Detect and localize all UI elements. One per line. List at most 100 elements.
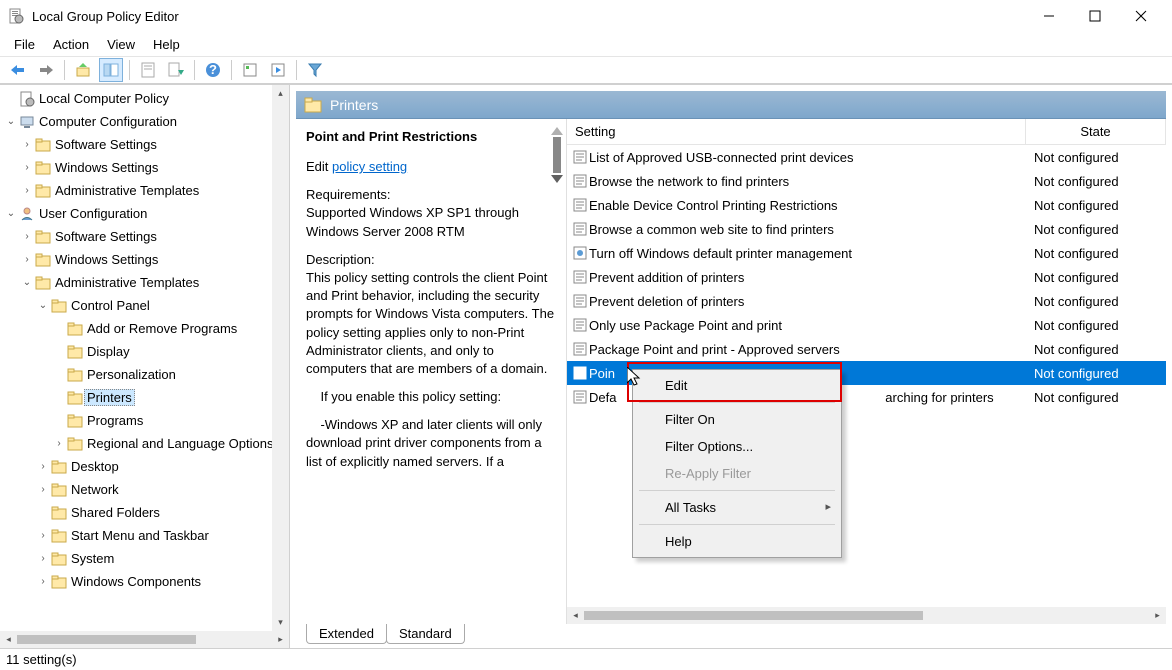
- setting-state: Not configured: [1026, 366, 1166, 381]
- menu-view[interactable]: View: [99, 35, 143, 54]
- context-filter-on[interactable]: Filter On: [635, 406, 839, 433]
- context-help[interactable]: Help: [635, 528, 839, 555]
- list-row[interactable]: Browse the network to find printersNot c…: [567, 169, 1166, 193]
- list-row[interactable]: Prevent addition of printersNot configur…: [567, 265, 1166, 289]
- setting-state: Not configured: [1026, 246, 1166, 261]
- close-button[interactable]: [1118, 1, 1164, 31]
- desc-scrollbar[interactable]: [549, 125, 565, 185]
- setting-title: Point and Print Restrictions: [306, 129, 556, 144]
- column-setting[interactable]: Setting: [567, 119, 1026, 144]
- tree-desktop[interactable]: ›Desktop: [4, 455, 289, 478]
- properties-button[interactable]: [136, 58, 160, 82]
- folder-icon: [66, 391, 84, 405]
- context-edit[interactable]: Edit: [635, 372, 839, 399]
- icon-button-1[interactable]: [238, 58, 262, 82]
- policy-setting-icon: [567, 149, 589, 165]
- folder-icon: [66, 437, 84, 451]
- tree-root[interactable]: Local Computer Policy: [4, 87, 289, 110]
- tree-start-menu[interactable]: ›Start Menu and Taskbar: [4, 524, 289, 547]
- description-pane: Point and Print Restrictions Edit policy…: [296, 119, 566, 624]
- tree-uc-windows[interactable]: ›Windows Settings: [4, 248, 289, 271]
- user-icon: [18, 206, 36, 222]
- setting-state: Not configured: [1026, 390, 1166, 405]
- back-button[interactable]: [6, 58, 30, 82]
- policy-setting-icon: [567, 389, 589, 405]
- menu-action[interactable]: Action: [45, 35, 97, 54]
- tree-cc-software[interactable]: ›Software Settings: [4, 133, 289, 156]
- tree-uc-software[interactable]: ›Software Settings: [4, 225, 289, 248]
- tree-control-panel[interactable]: ⌄Control Panel: [4, 294, 289, 317]
- export-button[interactable]: [164, 58, 188, 82]
- tree-user-config[interactable]: ⌄User Configuration: [4, 202, 289, 225]
- list-row[interactable]: Only use Package Point and printNot conf…: [567, 313, 1166, 337]
- policy-setting-icon: [567, 269, 589, 285]
- tree-cc-admin[interactable]: ›Administrative Templates: [4, 179, 289, 202]
- tree-add-remove[interactable]: Add or Remove Programs: [4, 317, 289, 340]
- up-button[interactable]: [71, 58, 95, 82]
- policy-tree[interactable]: Local Computer Policy ⌄Computer Configur…: [0, 85, 289, 595]
- folder-icon: [66, 368, 84, 382]
- tree-network[interactable]: ›Network: [4, 478, 289, 501]
- computer-icon: [18, 114, 36, 130]
- folder-icon: [50, 552, 68, 566]
- tree-pane: Local Computer Policy ⌄Computer Configur…: [0, 85, 290, 648]
- tree-shared-folders[interactable]: Shared Folders: [4, 501, 289, 524]
- scroll-right-icon[interactable]: ▸: [1149, 607, 1166, 624]
- folder-icon: [34, 253, 52, 267]
- scroll-right-icon[interactable]: ▸: [272, 631, 289, 648]
- menu-file[interactable]: File: [6, 35, 43, 54]
- scroll-up-icon[interactable]: ▴: [272, 85, 289, 102]
- show-hide-tree-button[interactable]: [99, 58, 123, 82]
- folder-icon: [34, 276, 52, 290]
- context-filter-options[interactable]: Filter Options...: [635, 433, 839, 460]
- list-row[interactable]: Prevent deletion of printersNot configur…: [567, 289, 1166, 313]
- scroll-left-icon[interactable]: ◂: [567, 607, 584, 624]
- list-row[interactable]: Turn off Windows default printer managem…: [567, 241, 1166, 265]
- tree-uc-admin[interactable]: ⌄Administrative Templates: [4, 271, 289, 294]
- folder-icon: [66, 345, 84, 359]
- menu-help[interactable]: Help: [145, 35, 188, 54]
- context-all-tasks[interactable]: All Tasks: [635, 494, 839, 521]
- setting-name: Turn off Windows default printer managem…: [589, 246, 1026, 261]
- edit-policy-link[interactable]: policy setting: [332, 159, 407, 174]
- content-area: Local Computer Policy ⌄Computer Configur…: [0, 84, 1172, 648]
- tree-computer-config[interactable]: ⌄Computer Configuration: [4, 110, 289, 133]
- tab-extended[interactable]: Extended: [306, 624, 387, 644]
- tree-regional[interactable]: ›Regional and Language Options: [4, 432, 289, 455]
- tree-windows-components[interactable]: ›Windows Components: [4, 570, 289, 593]
- tree-personalization[interactable]: Personalization: [4, 363, 289, 386]
- tab-standard[interactable]: Standard: [386, 624, 465, 644]
- policy-setting-icon: [567, 173, 589, 189]
- list-row[interactable]: Enable Device Control Printing Restricti…: [567, 193, 1166, 217]
- context-menu: Edit Filter On Filter Options... Re-Appl…: [632, 369, 842, 558]
- scroll-down-icon[interactable]: ▾: [272, 614, 289, 631]
- tree-display[interactable]: Display: [4, 340, 289, 363]
- tree-printers[interactable]: Printers: [4, 386, 289, 409]
- details-header: Printers: [296, 91, 1166, 119]
- svg-text:?: ?: [209, 62, 217, 77]
- tree-vertical-scrollbar[interactable]: ▴ ▾: [272, 85, 289, 631]
- list-horizontal-scrollbar[interactable]: ◂ ▸: [567, 607, 1166, 624]
- maximize-button[interactable]: [1072, 1, 1118, 31]
- setting-name: Prevent deletion of printers: [589, 294, 1026, 309]
- tree-horizontal-scrollbar[interactable]: ◂ ▸: [0, 631, 289, 648]
- folder-icon: [50, 506, 68, 520]
- forward-button[interactable]: [34, 58, 58, 82]
- help-button[interactable]: ?: [201, 58, 225, 82]
- menu-bar: File Action View Help: [0, 32, 1172, 56]
- window-title: Local Group Policy Editor: [32, 9, 1026, 24]
- list-row[interactable]: Browse a common web site to find printer…: [567, 217, 1166, 241]
- tree-cc-windows[interactable]: ›Windows Settings: [4, 156, 289, 179]
- setting-state: Not configured: [1026, 342, 1166, 357]
- list-row[interactable]: List of Approved USB-connected print dev…: [567, 145, 1166, 169]
- icon-button-2[interactable]: [266, 58, 290, 82]
- list-row[interactable]: Package Point and print - Approved serve…: [567, 337, 1166, 361]
- scroll-left-icon[interactable]: ◂: [0, 631, 17, 648]
- column-state[interactable]: State: [1026, 119, 1166, 144]
- filter-button[interactable]: [303, 58, 327, 82]
- policy-setting-icon: [567, 317, 589, 333]
- minimize-button[interactable]: [1026, 1, 1072, 31]
- tree-system[interactable]: ›System: [4, 547, 289, 570]
- folder-icon: [50, 299, 68, 313]
- tree-programs[interactable]: Programs: [4, 409, 289, 432]
